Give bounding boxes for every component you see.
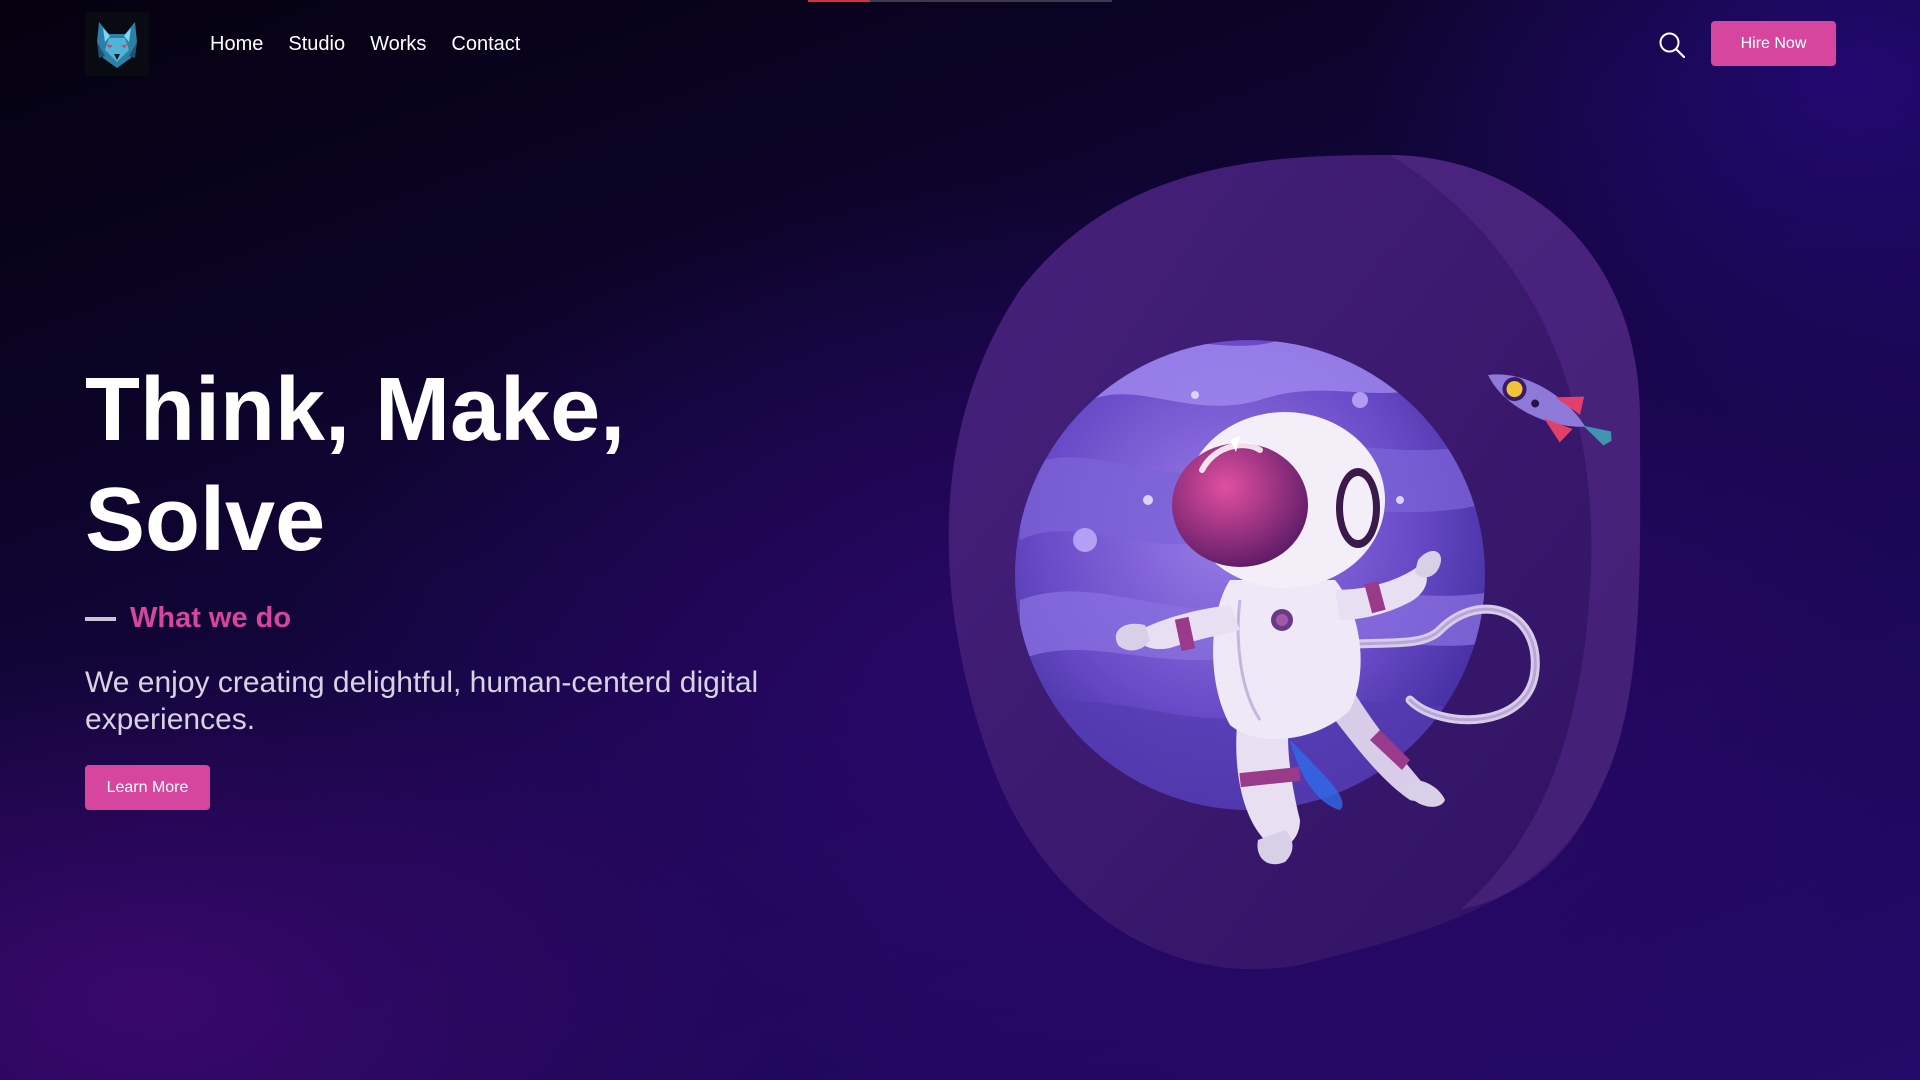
hire-now-button[interactable]: Hire Now	[1711, 21, 1836, 66]
eyebrow-label: What we do	[130, 602, 292, 634]
astronaut-illustration	[948, 155, 1641, 970]
learn-more-button[interactable]: Learn More	[85, 765, 210, 810]
hero-title: Think, Make, Solve	[85, 355, 845, 575]
nav-studio-link[interactable]: Studio	[288, 30, 345, 58]
hero-lead-text: We enjoy creating delightful, human-cent…	[85, 666, 759, 736]
nav-contact-link[interactable]: Contact	[451, 30, 520, 58]
nav-works-link[interactable]: Works	[370, 30, 426, 58]
search-button[interactable]	[1657, 30, 1687, 60]
eyebrow-dash	[85, 616, 116, 621]
hero-title-line1: Think, Make,	[85, 360, 626, 460]
wolf-head-logo-icon	[85, 12, 149, 76]
main-nav: Home Studio Works Contact	[210, 30, 520, 58]
hero-title-line2: Solve	[85, 470, 326, 570]
nav-home-link[interactable]: Home	[210, 30, 263, 58]
site-header: Home Studio Works Contact Hire Now	[0, 0, 1920, 88]
section-eyebrow: What we do	[85, 602, 291, 635]
hero-illustration	[940, 140, 1660, 970]
search-icon	[1659, 32, 1686, 59]
logo-link[interactable]	[85, 12, 149, 76]
